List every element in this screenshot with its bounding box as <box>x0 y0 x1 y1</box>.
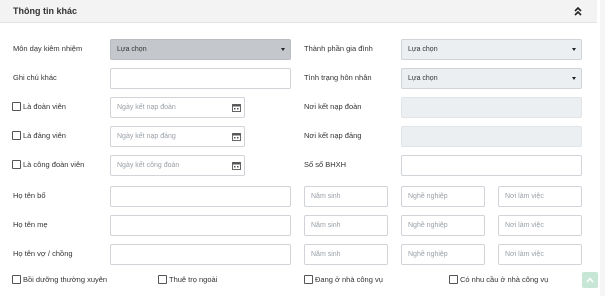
cong-doan-label: Là công đoàn viên <box>23 160 85 169</box>
caret-down-icon <box>572 48 576 51</box>
ho-ten-me-label: Họ tên mẹ <box>13 220 48 229</box>
vo-chong-nam-sinh-input[interactable]: Năm sinh <box>304 244 388 265</box>
boi-duong-checkbox[interactable] <box>12 275 21 284</box>
section-header[interactable]: Thông tin khác <box>0 0 597 23</box>
cong-doan-checkbox[interactable] <box>12 160 21 169</box>
mon-day-select[interactable]: Lựa chọn <box>110 39 291 60</box>
ngay-ket-cong-doan-placeholder: Ngày kết công đoàn <box>117 162 180 169</box>
calendar-icon[interactable] <box>232 161 241 170</box>
doan-vien-checkbox[interactable] <box>12 102 21 111</box>
ghi-chu-label: Ghi chú khác <box>13 73 57 82</box>
bo-nghe-nghiep-input[interactable]: Nghề nghiệp <box>401 186 485 207</box>
ngay-ket-nap-dang-input[interactable]: Ngày kết nạp đảng <box>110 126 245 147</box>
noi-doan-label: Nơi kết nạp đoàn <box>304 102 362 111</box>
noi-ket-nap-doan-input[interactable] <box>401 97 582 118</box>
dang-vien-label: Là đảng viên <box>23 131 66 140</box>
mon-day-label: Môn dạy kiêm nhiệm <box>13 44 83 53</box>
thue-tro-checkbox[interactable] <box>158 275 167 284</box>
section-title: Thông tin khác <box>13 6 77 16</box>
nhu-cau-label: Có nhu cầu ở nhà công vụ <box>460 275 549 284</box>
me-nam-sinh-input[interactable]: Năm sinh <box>304 215 388 236</box>
tinh-trang-label: Tình trạng hôn nhân <box>304 73 372 82</box>
doan-vien-label: Là đoàn viên <box>23 102 66 111</box>
nha-cong-vu-label: Đang ở nhà công vụ <box>315 275 383 284</box>
nha-cong-vu-checkbox[interactable] <box>304 275 313 284</box>
scroll-top-button[interactable] <box>582 272 598 288</box>
bo-noi-lam-viec-input[interactable]: Nơi làm việc <box>498 186 582 207</box>
ho-ten-bo-input[interactable] <box>110 186 291 207</box>
ngay-ket-cong-doan-input[interactable]: Ngày kết công đoàn <box>110 155 245 176</box>
bhxh-label: Số sổ BHXH <box>304 160 347 169</box>
ngay-ket-nap-dang-placeholder: Ngày kết nạp đảng <box>117 133 176 140</box>
thue-tro-label: Thuê trọ ngoài <box>169 275 218 284</box>
ho-ten-me-input[interactable] <box>110 215 291 236</box>
bhxh-input[interactable] <box>401 155 582 176</box>
scrollbar[interactable] <box>600 0 605 296</box>
arrow-up-icon <box>586 277 594 283</box>
tinh-trang-select[interactable]: Lựa chọn <box>401 68 582 89</box>
caret-down-icon <box>572 77 576 80</box>
calendar-icon[interactable] <box>232 132 241 141</box>
dang-vien-checkbox[interactable] <box>12 131 21 140</box>
thanh-phan-label: Thành phần gia đình <box>304 44 373 53</box>
nhu-cau-checkbox[interactable] <box>449 275 458 284</box>
ho-ten-vo-chong-label: Họ tên vợ / chồng <box>13 249 73 258</box>
double-chevron-up-icon[interactable] <box>573 5 583 17</box>
ngay-ket-nap-doan-input[interactable]: Ngày kết nạp đoàn <box>110 97 245 118</box>
mon-day-value: Lựa chọn <box>117 46 147 53</box>
me-noi-lam-viec-input[interactable]: Nơi làm việc <box>498 215 582 236</box>
thanh-phan-value: Lựa chọn <box>408 46 438 53</box>
noi-ket-nap-dang-input[interactable] <box>401 126 582 147</box>
ngay-ket-nap-doan-placeholder: Ngày kết nạp đoàn <box>117 104 176 111</box>
noi-dang-label: Nơi kết nạp đảng <box>304 131 362 140</box>
vo-chong-nghe-nghiep-input[interactable]: Nghề nghiệp <box>401 244 485 265</box>
tinh-trang-value: Lựa chọn <box>408 75 438 82</box>
ho-ten-bo-label: Họ tên bố <box>13 191 46 200</box>
boi-duong-label: Bồi dưỡng thường xuyên <box>23 275 108 284</box>
bo-nam-sinh-input[interactable]: Năm sinh <box>304 186 388 207</box>
ho-ten-vo-chong-input[interactable] <box>110 244 291 265</box>
thanh-phan-select[interactable]: Lựa chọn <box>401 39 582 60</box>
me-nghe-nghiep-input[interactable]: Nghề nghiệp <box>401 215 485 236</box>
calendar-icon[interactable] <box>232 103 241 112</box>
ghi-chu-input[interactable] <box>110 68 291 89</box>
vo-chong-noi-lam-viec-input[interactable]: Nơi làm việc <box>498 244 582 265</box>
caret-down-icon <box>281 48 285 51</box>
